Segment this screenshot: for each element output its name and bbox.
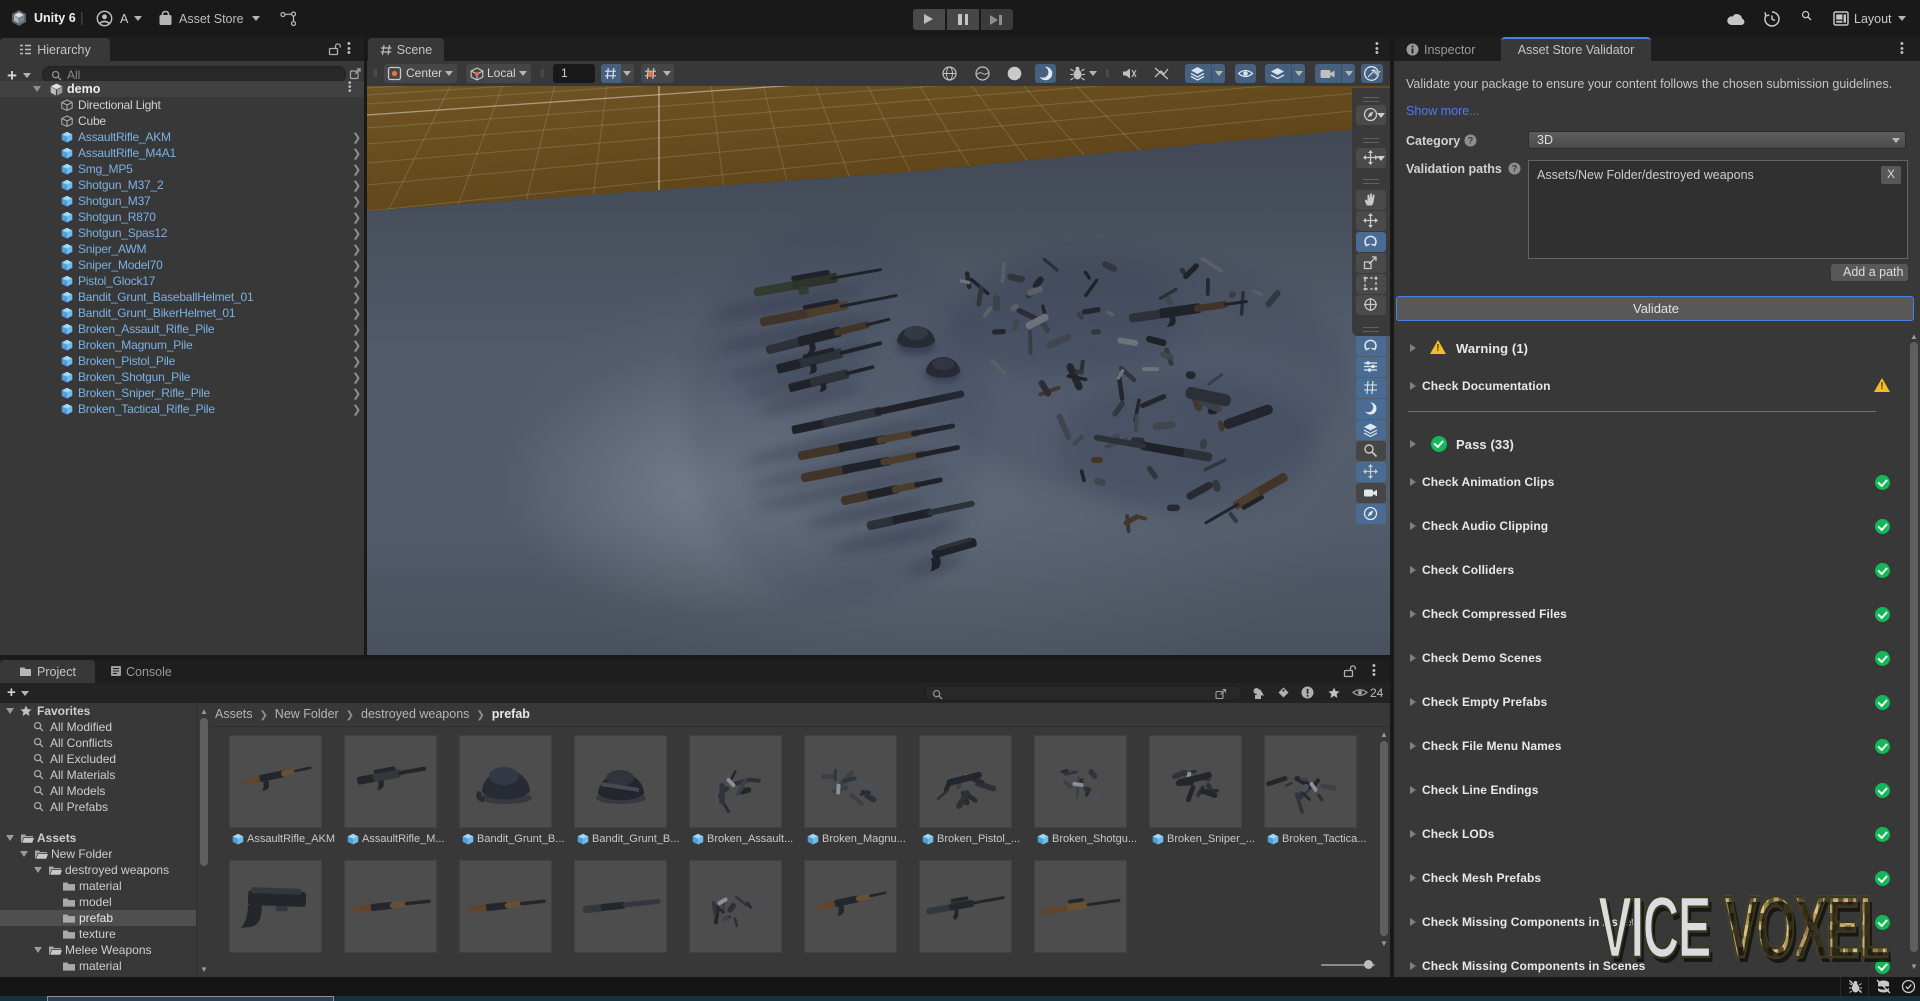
svg-text:?: ?: [1468, 136, 1474, 146]
svg-text:?: ?: [1512, 164, 1518, 174]
